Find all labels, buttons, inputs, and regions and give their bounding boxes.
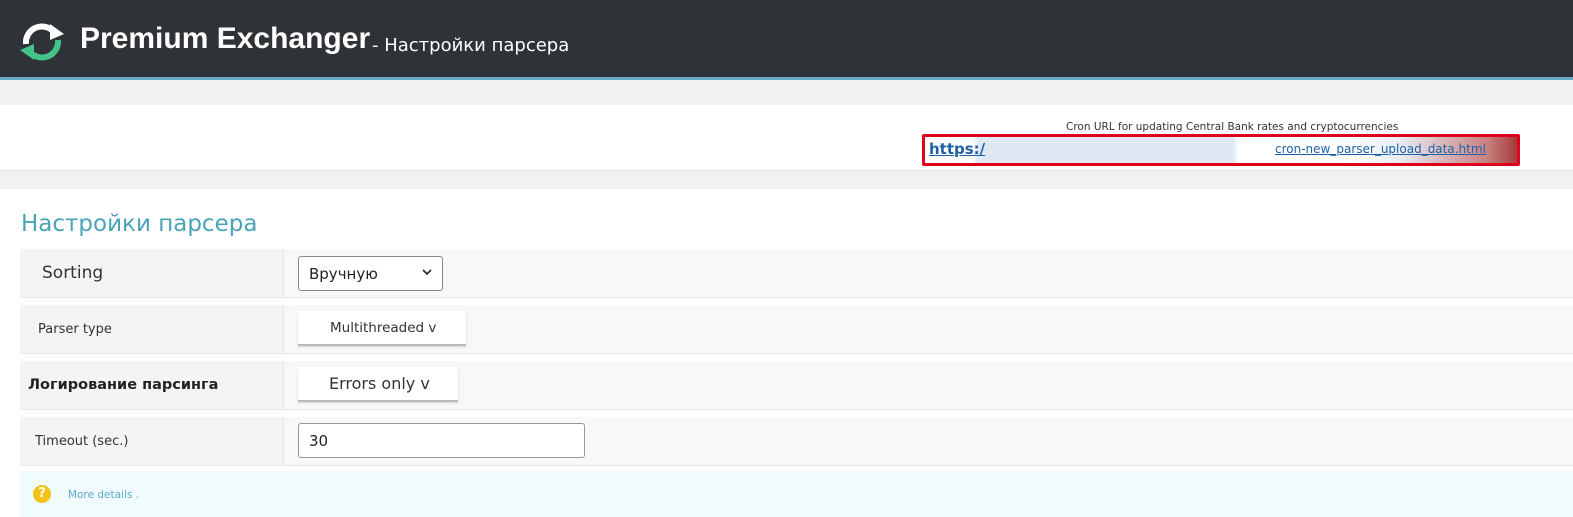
question-icon: ? [33,485,51,503]
parser-type-label: Parser type [38,321,112,337]
cron-url-label: Cron URL for updating Central Bank rates… [1066,121,1399,133]
timeout-label: Timeout (sec.) [35,433,129,449]
more-details-link[interactable]: More details . [68,489,139,501]
details-bar: ? More details . [20,471,1573,517]
timeout-input[interactable]: 30 [298,423,585,458]
logging-select[interactable]: Errors only v [298,367,458,402]
cron-url-start[interactable]: https:/ [929,140,985,158]
top-header: Premium Exchanger - Настройки парсера [0,0,1573,80]
cron-url-end[interactable]: cron-new_parser_upload_data.html [1275,142,1486,156]
settings-row-logging: Логирование парсинга Errors only v [20,361,1573,410]
toolbar-strip [0,83,1573,104]
logging-label: Логирование парсинга [28,377,219,393]
parser-type-select[interactable]: Multithreaded v [298,311,466,346]
cron-url-link[interactable]: https:/ cron-new_parser_upload_data.html [922,134,1520,166]
settings-row-sorting: Sorting Вручную [20,249,1573,298]
refresh-arrows-logo-icon [20,23,64,61]
settings-row-parser-type: Parser type Multithreaded v [20,305,1573,354]
brand-title: Premium Exchanger [80,22,371,55]
chevron-down-icon [422,269,432,276]
sorting-label: Sorting [42,263,104,283]
page-subtitle: - Настройки парсера [372,35,570,56]
sorting-select[interactable]: Вручную [298,256,443,291]
sorting-select-value: Вручную [309,264,378,283]
settings-row-timeout: Timeout (sec.) 30 [20,417,1573,466]
section-title: Настройки парсера [21,211,258,237]
